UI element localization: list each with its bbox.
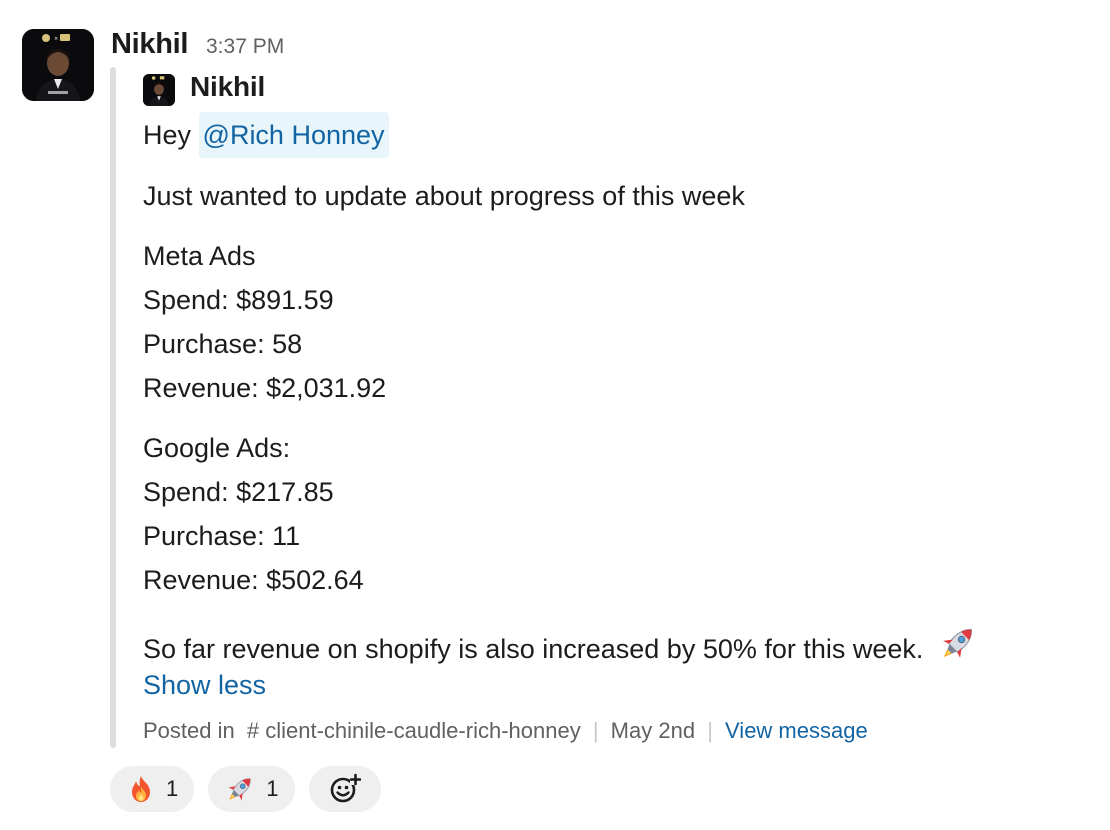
meta-ads-purchase: Purchase: 58 [143, 329, 303, 359]
posted-in-row: Posted in # client-chinile-caudle-rich-h… [143, 716, 868, 746]
person-photo-icon [143, 74, 175, 106]
google-ads-heading: Google Ads: [143, 433, 291, 463]
google-ads-revenue: Revenue: $502.64 [143, 565, 364, 595]
reaction-rocket[interactable]: 1 [208, 766, 295, 812]
posted-in-label: Posted in [143, 718, 235, 743]
channel-link[interactable]: # client-chinile-caudle-rich-honney [247, 718, 581, 743]
message-timestamp[interactable]: 3:37 PM [206, 35, 284, 59]
meta-ads-heading: Meta Ads [143, 241, 256, 271]
fire-icon [132, 776, 150, 802]
shared-author-name[interactable]: Nikhil [190, 71, 265, 103]
greeting-text: Hey [143, 120, 192, 150]
meta-ads-revenue: Revenue: $2,031.92 [143, 373, 387, 403]
google-ads-spend: Spend: $217.85 [143, 477, 334, 507]
svg-text:×: × [54, 36, 58, 42]
reaction-fire[interactable]: 1 [110, 766, 195, 812]
shared-author-avatar[interactable] [143, 74, 175, 106]
user-mention[interactable]: @Rich Honney [198, 112, 389, 158]
person-photo-icon: × [22, 29, 94, 101]
google-ads-purchase: Purchase: 11 [143, 521, 301, 551]
divider: | [707, 718, 713, 743]
sender-name[interactable]: Nikhil [111, 28, 188, 61]
reaction-count: 1 [166, 776, 179, 801]
summary-line: So far revenue on shopify is also increa… [143, 622, 979, 673]
greeting-line: Hey @Rich Honney [143, 112, 389, 158]
posted-date[interactable]: May 2nd [611, 718, 695, 743]
sender-avatar[interactable]: × [22, 29, 94, 101]
add-reaction-icon [330, 773, 361, 803]
intro-text: Just wanted to update about progress of … [143, 181, 745, 211]
add-reaction-button[interactable] [308, 766, 381, 812]
rocket-icon [937, 622, 979, 673]
divider: | [592, 718, 599, 743]
quote-bar [110, 67, 116, 748]
view-message-link[interactable]: View message [725, 718, 868, 743]
show-less-link[interactable]: Show less [143, 667, 266, 703]
reactions-bar: 1 1 [110, 766, 381, 812]
meta-ads-spend: Spend: $891.59 [143, 285, 334, 315]
rocket-icon [228, 778, 251, 801]
reaction-count: 1 [266, 776, 279, 801]
summary-text: So far revenue on shopify is also increa… [143, 634, 924, 664]
